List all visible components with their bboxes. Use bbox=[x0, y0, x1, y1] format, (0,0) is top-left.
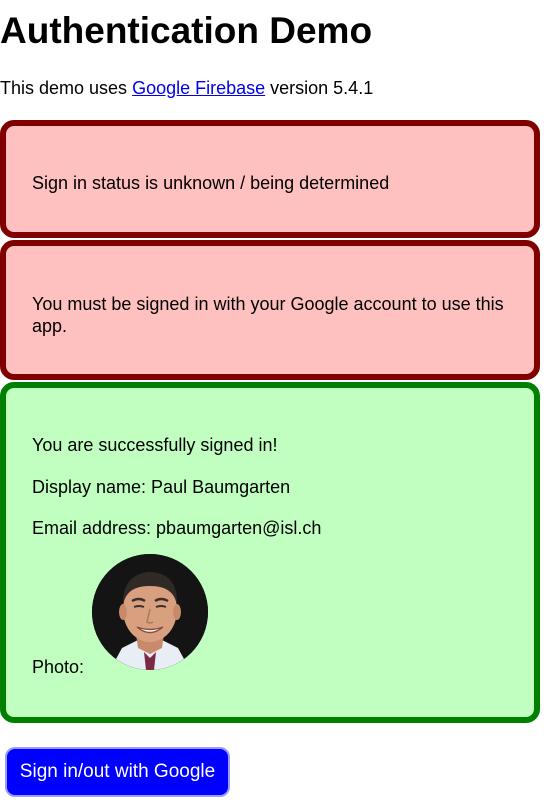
page-title: Authentication Demo bbox=[0, 10, 373, 51]
avatar bbox=[92, 554, 208, 670]
intro-suffix: version 5.4.1 bbox=[265, 78, 374, 98]
photo-label: Photo: bbox=[32, 657, 85, 677]
signed-in-message: You are successfully signed in! bbox=[32, 435, 278, 455]
intro-prefix: This demo uses bbox=[0, 78, 133, 98]
email-line: Email address: pbaumgarten@isl.ch bbox=[32, 518, 322, 538]
status-unknown-panel: Sign in status is unknown / being determ… bbox=[0, 120, 540, 238]
status-unknown-message: Sign in status is unknown / being determ… bbox=[32, 173, 390, 193]
signed-in-panel: You are successfully signed in! Display … bbox=[0, 382, 540, 723]
profile-photo-image bbox=[92, 554, 208, 670]
intro-text: This demo uses Google Firebase version 5… bbox=[0, 77, 373, 99]
signed-out-message: You must be signed in with your Google a… bbox=[32, 294, 504, 336]
display-name-line: Display name: Paul Baumgarten bbox=[32, 477, 291, 497]
signed-out-panel: You must be signed in with your Google a… bbox=[0, 240, 540, 380]
signin-signout-button[interactable]: Sign in/out with Google bbox=[5, 747, 230, 797]
firebase-link[interactable]: Google Firebase bbox=[132, 78, 265, 98]
